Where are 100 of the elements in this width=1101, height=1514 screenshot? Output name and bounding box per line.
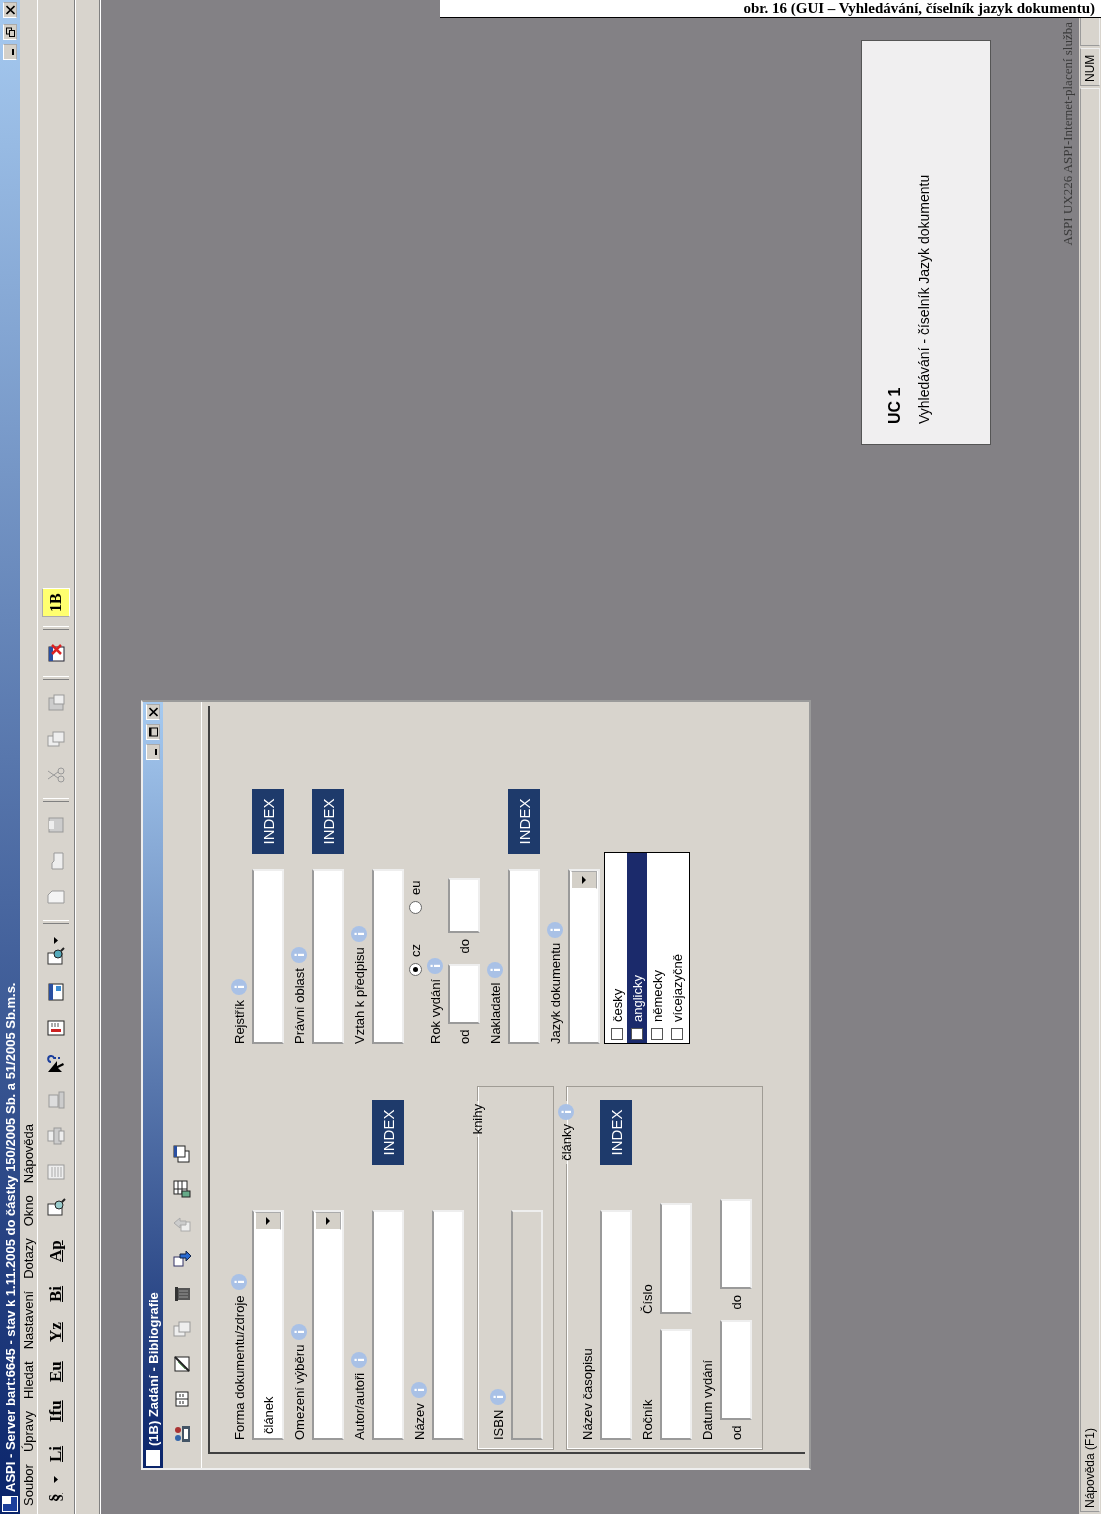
minimize-button[interactable] [146, 744, 160, 760]
info-icon[interactable] [231, 978, 247, 995]
text-field[interactable] [720, 1319, 752, 1420]
printer-icon[interactable] [46, 1126, 66, 1146]
menu-item[interactable]: Dotazy [21, 1232, 36, 1285]
document-search-icon[interactable] [46, 1198, 66, 1218]
info-icon[interactable] [487, 961, 503, 978]
radio-button[interactable] [408, 901, 422, 914]
restore-button[interactable] [3, 24, 17, 40]
dropdown-arrow-icon [582, 876, 586, 884]
computer-icon[interactable] [46, 1090, 66, 1110]
toolbar-button[interactable]: § [42, 1466, 70, 1506]
list-item[interactable]: česky [607, 853, 627, 1043]
table-icon[interactable] [172, 1179, 192, 1199]
toolbar-button[interactable]: Bi [42, 1266, 70, 1306]
menu-item[interactable]: Nastavení [21, 1284, 36, 1356]
list-item[interactable]: vícejazyčně [667, 853, 687, 1043]
close-icon [5, 5, 15, 15]
field-label: Nakladatel [487, 982, 503, 1044]
menu-item[interactable]: Hledat [21, 1355, 36, 1405]
download-icon[interactable] [172, 1249, 192, 1269]
close-button[interactable] [146, 704, 160, 720]
checkbox[interactable] [651, 1028, 663, 1040]
info-icon[interactable] [547, 921, 563, 938]
pencil-off-icon[interactable] [172, 1354, 192, 1374]
info-icon[interactable] [291, 947, 307, 964]
menu-item[interactable]: Soubor [21, 1458, 36, 1512]
menu-item[interactable]: Úpravy [21, 1404, 36, 1459]
field-label: Číslo [639, 1284, 655, 1314]
dropdown-field[interactable] [312, 1210, 344, 1440]
toolbar-button[interactable]: Ifu [42, 1386, 70, 1426]
help-pointer-icon[interactable] [46, 1054, 66, 1074]
text-field[interactable] [508, 869, 540, 1044]
window-icon[interactable] [46, 982, 66, 1002]
info-icon[interactable] [351, 926, 367, 943]
info-icon[interactable] [411, 1382, 427, 1399]
paste-icon[interactable] [46, 693, 66, 713]
text-field[interactable] [600, 1210, 632, 1440]
maximize-icon [148, 727, 158, 737]
toolbar-button[interactable]: 1B [42, 588, 70, 617]
dropdown-field[interactable]: článek [252, 1210, 284, 1440]
text-field[interactable] [252, 869, 284, 1044]
text-field[interactable] [312, 869, 344, 1044]
list-icon[interactable] [46, 1162, 66, 1182]
application-icon [2, 1496, 18, 1512]
scissors-icon[interactable] [46, 765, 66, 785]
range-to-label: do [728, 1295, 744, 1310]
dropdown-field[interactable] [568, 869, 600, 1044]
info-icon[interactable] [231, 1274, 247, 1291]
index-button[interactable]: INDEX [312, 789, 344, 854]
text-field[interactable] [720, 1199, 752, 1290]
radio-button[interactable] [408, 963, 422, 976]
field-label: Název časopisu [579, 1348, 595, 1440]
close-icon [148, 707, 158, 717]
index-button[interactable]: INDEX [508, 789, 540, 854]
new-document-icon[interactable] [46, 887, 66, 907]
text-field[interactable] [660, 1329, 692, 1440]
list-item[interactable]: anglicky [627, 853, 647, 1043]
book-icon[interactable] [172, 1389, 192, 1409]
text-field[interactable] [432, 1210, 464, 1440]
restore-icon [5, 27, 15, 37]
minimize-icon [12, 49, 14, 55]
field-label: Autor/autoři [351, 1372, 367, 1440]
toolbar-button[interactable]: Ap [42, 1226, 70, 1266]
checkbox[interactable] [671, 1028, 683, 1040]
info-icon[interactable] [427, 957, 443, 974]
preview-icon[interactable] [46, 946, 66, 966]
trash-icon[interactable] [172, 1284, 192, 1304]
text-field[interactable] [448, 878, 480, 934]
info-icon[interactable] [351, 1351, 367, 1368]
toolbar-button[interactable]: Eu [42, 1346, 70, 1386]
list-item[interactable]: německy [647, 853, 667, 1043]
save-icon[interactable] [46, 815, 66, 835]
info-document-icon[interactable] [46, 1018, 66, 1038]
index-button[interactable]: INDEX [600, 1100, 632, 1165]
toolbar-button[interactable]: Yz [42, 1306, 70, 1346]
close-document-icon[interactable] [46, 643, 66, 663]
text-field[interactable] [372, 1210, 404, 1440]
windows-icon[interactable] [172, 1144, 192, 1164]
field-label: ISBN [490, 1409, 506, 1440]
copy-icon[interactable] [172, 1319, 192, 1339]
checkbox[interactable] [631, 1028, 643, 1040]
index-button[interactable]: INDEX [372, 1100, 404, 1165]
window-title: ASPI - Server bart:6645 - stav k 1.11.2005 do částky 150/2005 Sb. a 51/2005 Sb.m.s. [2, 981, 18, 1492]
toolbar-button[interactable]: Li [42, 1426, 70, 1466]
maximize-button[interactable] [146, 724, 160, 740]
info-icon[interactable] [291, 1323, 307, 1340]
index-button[interactable]: INDEX [252, 789, 284, 854]
note-title: UC 1 [886, 386, 904, 424]
copy-icon[interactable] [46, 729, 66, 749]
text-field[interactable] [372, 869, 404, 1044]
close-button[interactable] [3, 2, 17, 18]
text-field[interactable] [448, 963, 480, 1024]
text-field[interactable] [660, 1203, 692, 1314]
minimize-button[interactable] [3, 44, 17, 60]
checkbox[interactable] [611, 1028, 623, 1040]
menu-item[interactable]: Nápověda [21, 1117, 36, 1190]
field-label: Jazyk dokumentu [547, 942, 563, 1044]
info-icon[interactable] [558, 1104, 574, 1120]
menu-item[interactable]: Okno [21, 1189, 36, 1233]
